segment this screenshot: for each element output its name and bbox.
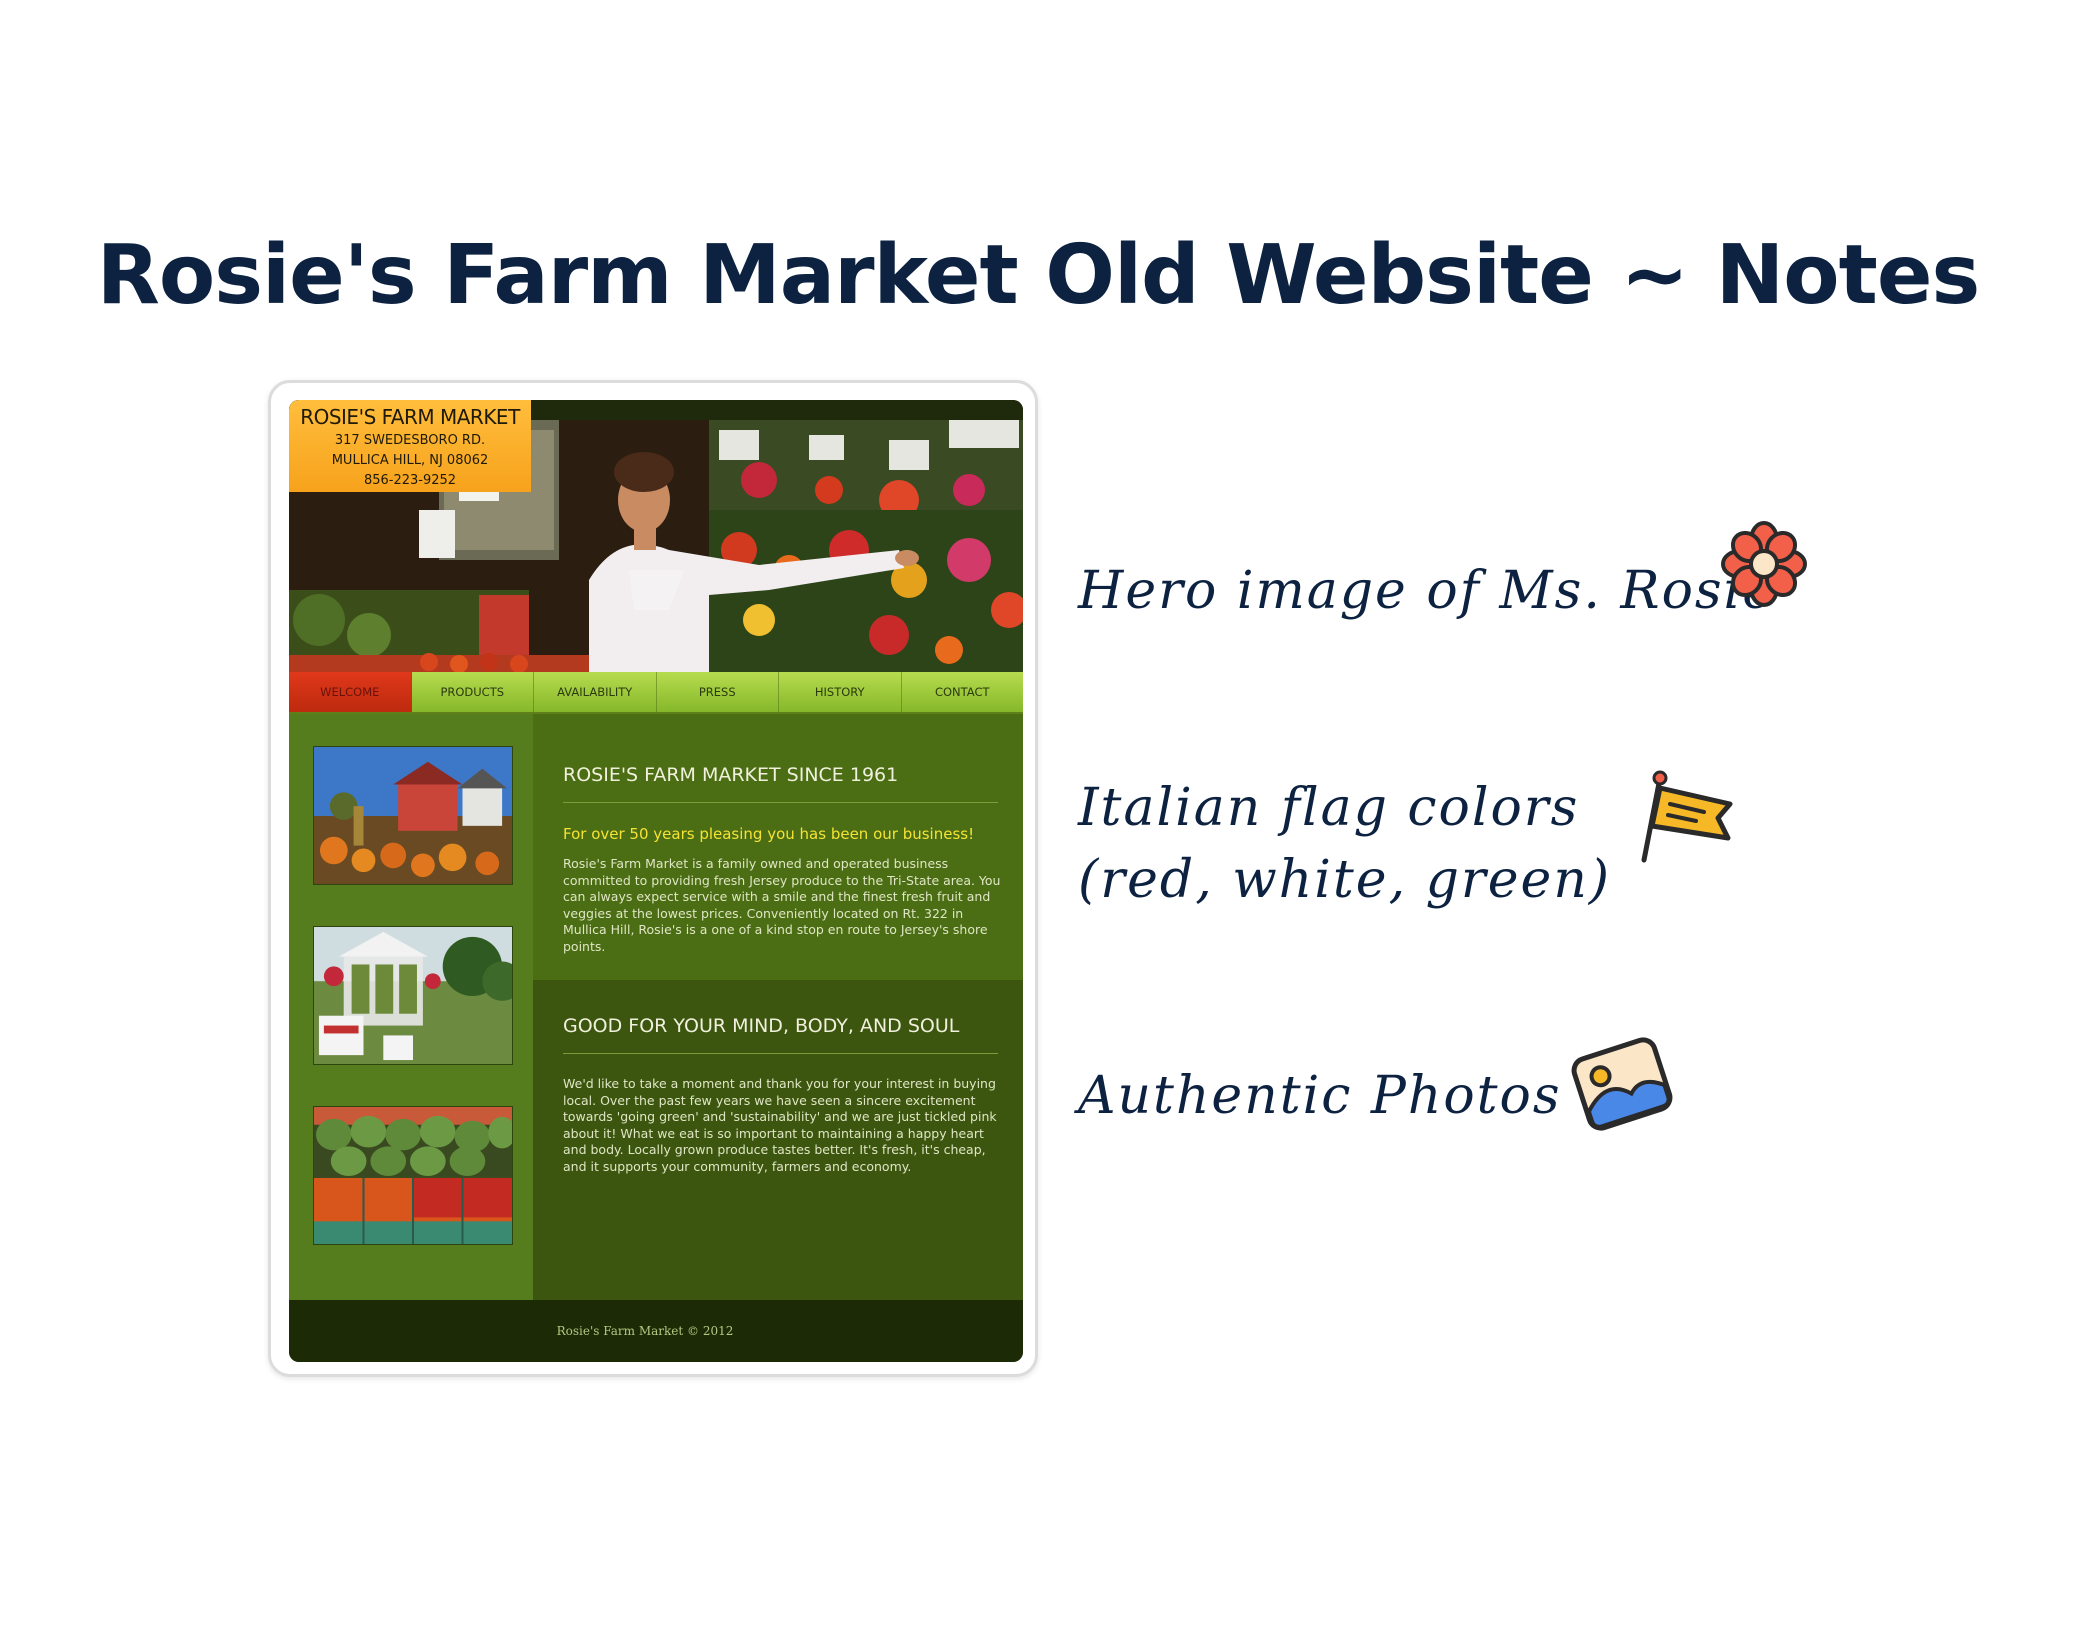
address-street: 317 SWEDESBORO RD. [334,433,486,448]
nav-welcome[interactable]: WELCOME [289,672,412,712]
photo-column [289,714,533,1300]
intro-tagline: For over 50 years pleasing you has been … [563,825,975,843]
website-screenshot: ROSIE'S FARM MARKET 317 SWEDESBORO RD. M… [289,400,1023,1362]
address-city: MULLICA HILL, NJ 08062 [331,453,489,468]
hero-banner: ROSIE'S FARM MARKET 317 SWEDESBORO RD. M… [289,400,1023,672]
nav-press[interactable]: PRESS [657,672,779,712]
note-authentic-photos: Authentic Photos [1078,1060,1562,1132]
page-title: Rosie's Farm Market Old Website ~ Notes [96,228,1981,323]
photo-icon [1571,1037,1673,1131]
mind-body-text: We'd like to take a moment and thank you… [563,1076,997,1174]
note-flag-line2: (red, white, green) [1078,850,1612,910]
intro-heading: ROSIE'S FARM MARKET SINCE 1961 [563,764,998,803]
website-screenshot-card: ROSIE'S FARM MARKET 317 SWEDESBORO RD. M… [268,380,1038,1377]
site-footer: Rosie's Farm Market © 2012 [289,1300,1023,1362]
produce-photo [313,1106,513,1245]
nav-history[interactable]: HISTORY [779,672,902,712]
pumpkin-patch-photo [313,746,513,885]
gazebo-photo [313,926,513,1065]
address-box: ROSIE'S FARM MARKET 317 SWEDESBORO RD. M… [289,400,531,492]
note-photos-text: Authentic Photos [1078,1066,1562,1126]
nav-products[interactable]: PRODUCTS [412,672,534,712]
note-hero-text: Hero image of Ms. Rosie [1078,561,1775,621]
flag-icon [1641,770,1733,863]
market-name: ROSIE'S FARM MARKET [300,405,520,429]
main-nav: WELCOME PRODUCTS AVAILABILITY PRESS HIST… [289,672,1023,714]
mind-body-panel: GOOD FOR YOUR MIND, BODY, AND SOUL We'd … [533,980,1023,1300]
address-phone: 856-223-9252 [363,473,457,488]
intro-body: Rosie's Farm Market is a family owned an… [563,856,1001,954]
footer-copyright: Rosie's Farm Market © 2012 [556,1324,734,1338]
flower-icon [1721,521,1807,607]
mind-body-heading: GOOD FOR YOUR MIND, BODY, AND SOUL [563,1015,998,1054]
nav-availability[interactable]: AVAILABILITY [534,672,657,712]
nav-contact[interactable]: CONTACT [902,672,1024,712]
note-flag-colors: Italian flag colors (red, white, green) [1078,772,1611,916]
note-flag-line1: Italian flag colors [1078,778,1580,838]
note-hero-image: Hero image of Ms. Rosie [1078,555,1775,627]
intro-panel: ROSIE'S FARM MARKET SINCE 1961 For over … [533,714,1023,980]
